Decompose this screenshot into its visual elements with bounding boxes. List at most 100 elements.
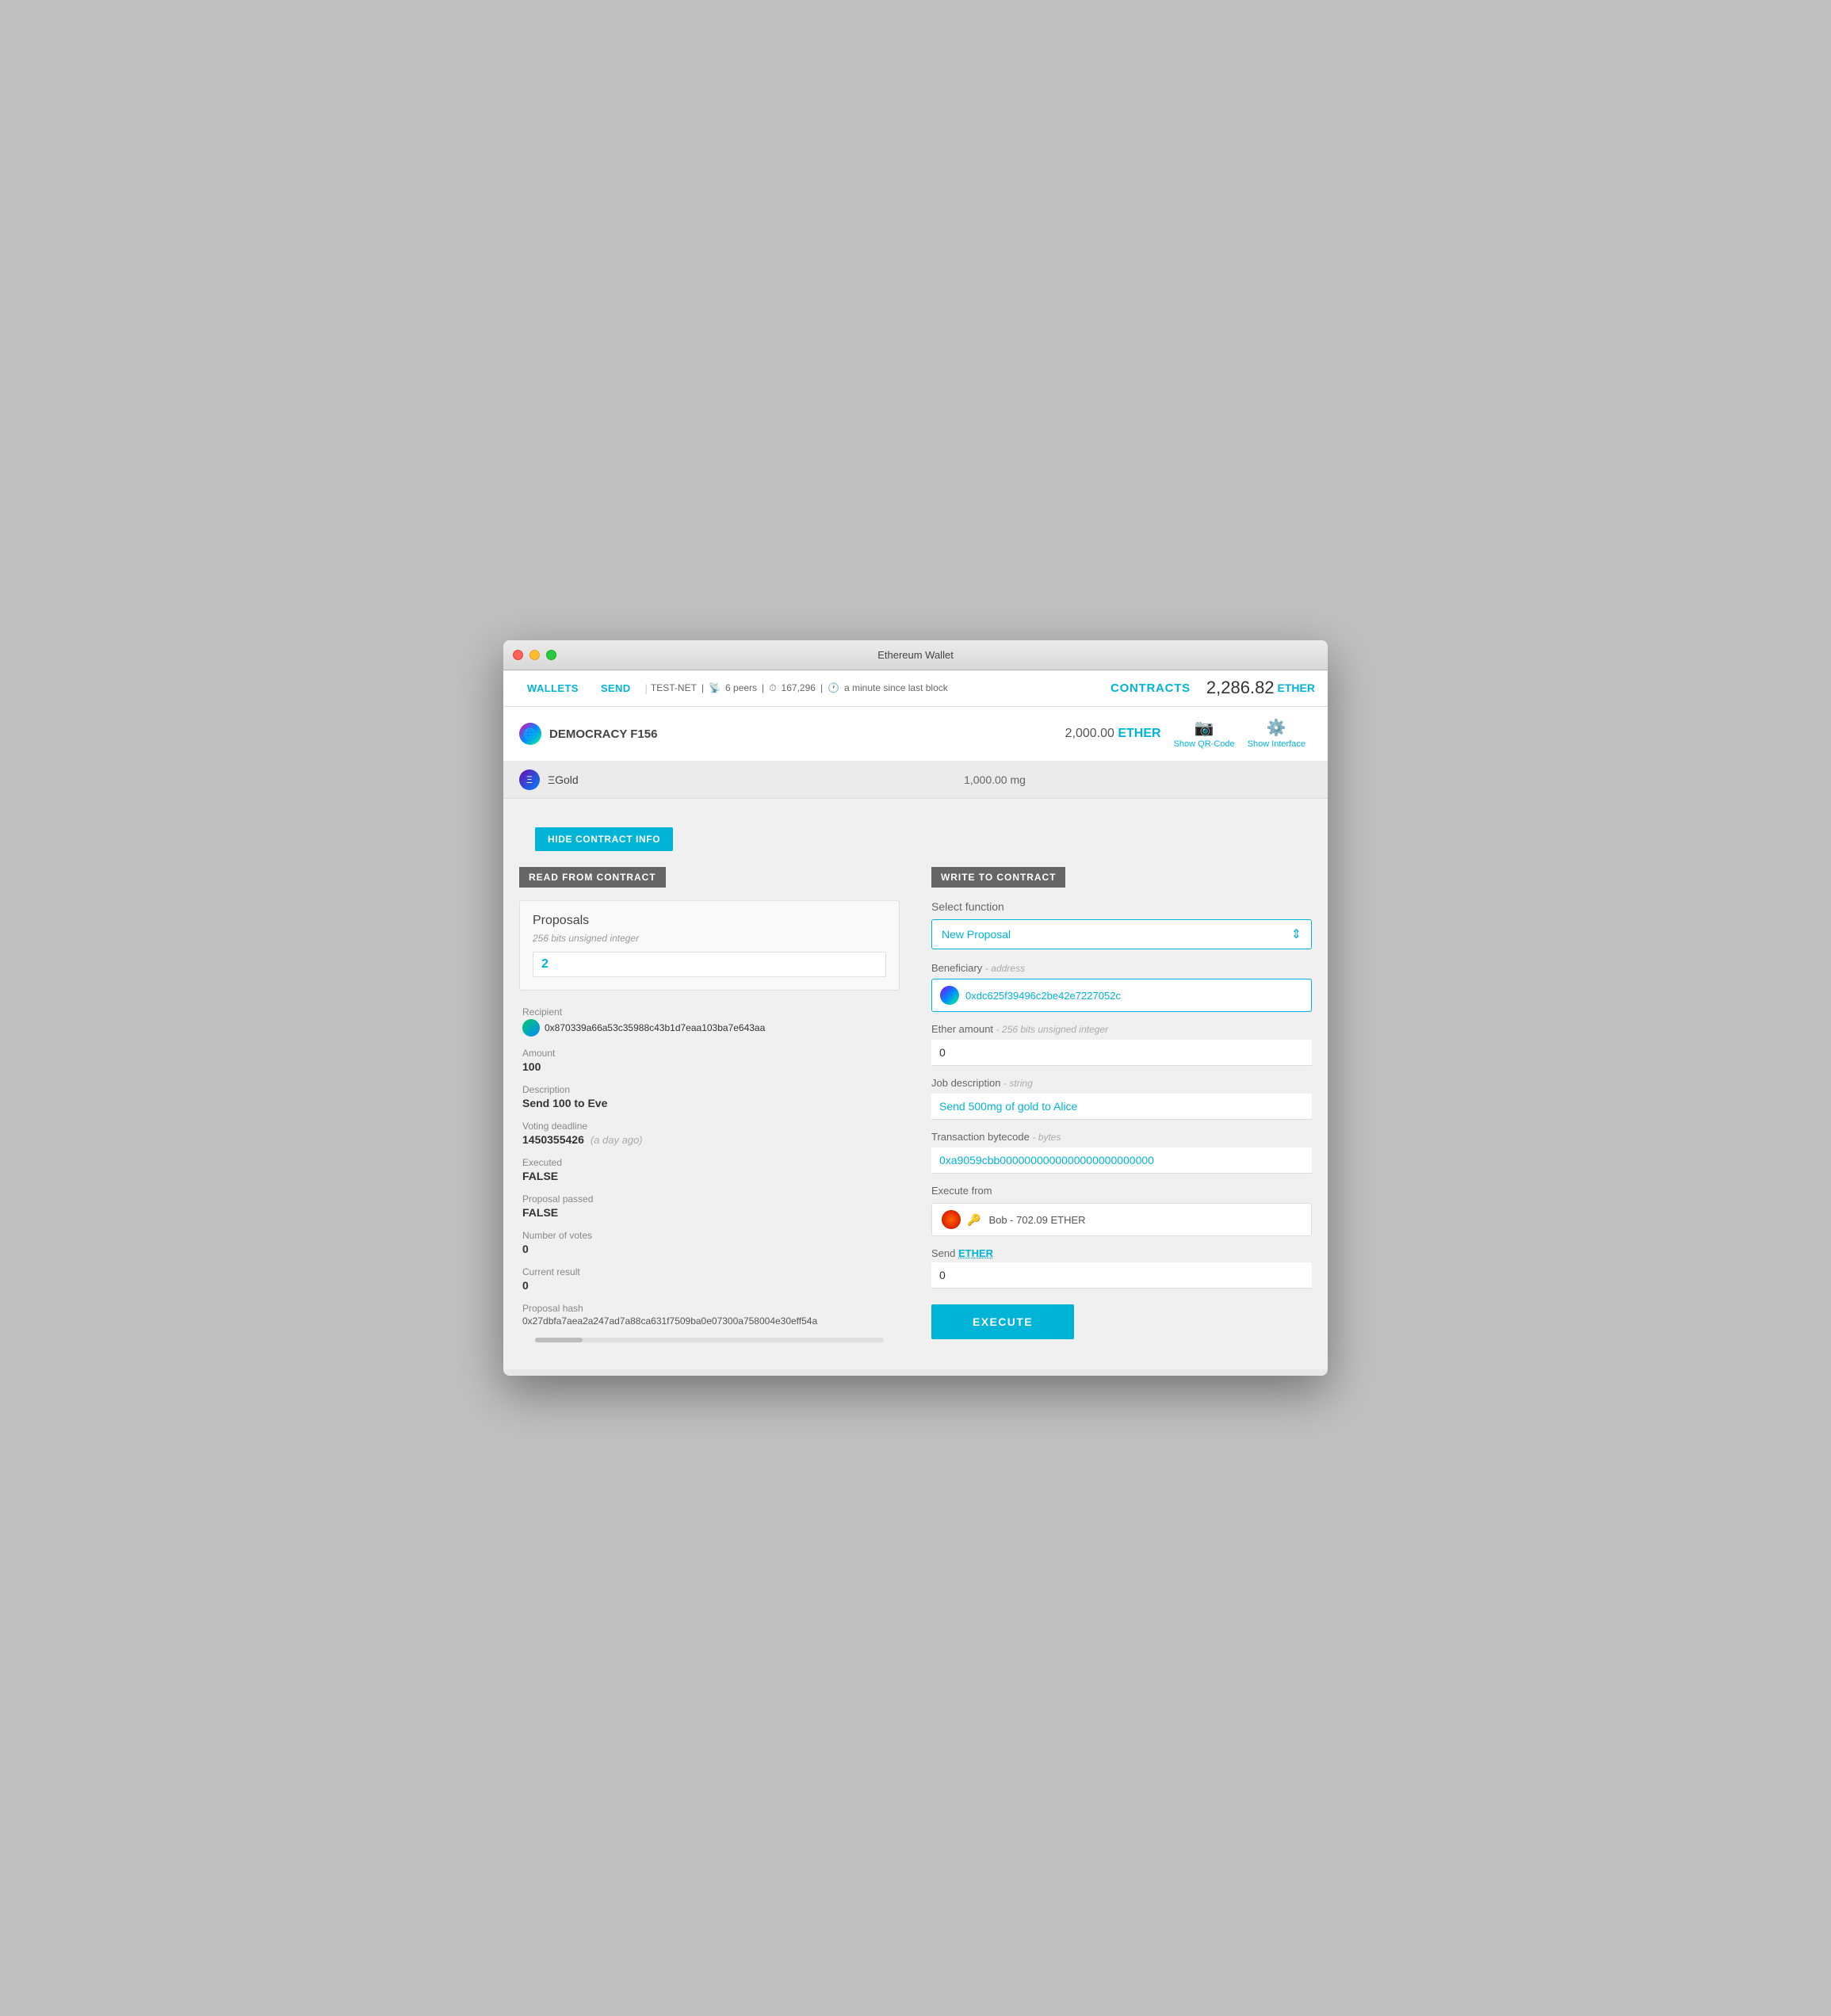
amount-item: Amount 100 — [522, 1048, 900, 1073]
detail-section: Recipient 0x870339a66a53c35988c43b1d7eaa… — [519, 1006, 900, 1327]
proposal-passed-item: Proposal passed FALSE — [522, 1193, 900, 1219]
block-number: 167,296 — [782, 682, 816, 693]
recipient-label: Recipient — [522, 1006, 900, 1018]
app-window: Ethereum Wallet WALLETS SEND | TEST-NET … — [503, 640, 1328, 1376]
recipient-address: 0x870339a66a53c35988c43b1d7eaa103ba7e643… — [545, 1022, 765, 1033]
maximize-button[interactable] — [546, 650, 556, 660]
bob-icon — [942, 1210, 961, 1229]
block-icon: ⏱ — [769, 682, 776, 694]
send-unit: ETHER — [958, 1247, 993, 1259]
current-result-label: Current result — [522, 1266, 900, 1277]
read-section-header: READ FROM CONTRACT — [519, 867, 666, 888]
job-desc-label: Job description - string — [931, 1077, 1312, 1089]
beneficiary-input[interactable]: 0xdc625f39496c2be42e7227052c — [931, 979, 1312, 1012]
titlebar: Ethereum Wallet — [503, 640, 1328, 670]
executed-item: Executed FALSE — [522, 1157, 900, 1182]
egold-row: Ξ ΞGold 1,000.00 mg — [503, 762, 1328, 799]
egold-left: Ξ ΞGold — [519, 769, 678, 790]
recipient-value: 0x870339a66a53c35988c43b1d7eaa103ba7e643… — [522, 1019, 900, 1037]
beneficiary-label-text: Beneficiary — [931, 962, 982, 974]
clock-icon: 🕐 — [828, 682, 839, 693]
execute-from-box[interactable]: 🔑 Bob - 702.09 ETHER — [931, 1203, 1312, 1236]
main-content: READ FROM CONTRACT Proposals 256 bits un… — [503, 867, 1328, 1369]
job-desc-muted: - string — [1003, 1078, 1033, 1089]
proposal-hash-value: 0x27dbfa7aea2a247ad7a88ca631f7509ba0e073… — [522, 1315, 900, 1327]
description-label: Description — [522, 1084, 900, 1095]
nav-send[interactable]: SEND — [590, 682, 642, 694]
execute-from-value: Bob - 702.09 ETHER — [988, 1214, 1085, 1226]
tx-bytecode-label-text: Transaction bytecode — [931, 1131, 1030, 1143]
tx-bytecode-muted: - bytes — [1032, 1132, 1061, 1143]
description-item: Description Send 100 to Eve — [522, 1084, 900, 1109]
proposal-hash-label: Proposal hash — [522, 1303, 900, 1314]
nav-network: TEST-NET | 📡 6 peers | ⏱ 167,296 | 🕐 a m… — [651, 682, 948, 694]
proposal-passed-label: Proposal passed — [522, 1193, 900, 1205]
nav-separator-3: | — [762, 682, 764, 693]
tx-bytecode-label: Transaction bytecode - bytes — [931, 1131, 1312, 1143]
current-result-value: 0 — [522, 1279, 900, 1292]
selected-function-label: New Proposal — [942, 928, 1011, 941]
chevron-icon: ⇕ — [1291, 926, 1302, 942]
ether-amount-muted: - 256 bits unsigned integer — [996, 1024, 1108, 1035]
nav-separator-2: | — [701, 682, 704, 693]
proposals-title: Proposals — [533, 914, 886, 928]
beneficiary-avatar-icon — [940, 986, 959, 1005]
traffic-lights — [513, 650, 556, 660]
show-qrcode-action[interactable]: 📷 Show QR-Code — [1174, 718, 1235, 750]
democracy-row: 🌐 DEMOCRACY F156 2,000.00 ETHER 📷 Show Q… — [503, 707, 1328, 762]
interface-label: Show Interface — [1248, 739, 1305, 750]
egold-icon: Ξ — [519, 769, 540, 790]
show-interface-action[interactable]: ⚙️ Show Interface — [1248, 718, 1305, 750]
nav-contracts[interactable]: CONTRACTS — [1110, 682, 1191, 695]
nav-separator-1: | — [645, 682, 648, 694]
network-label: TEST-NET — [651, 682, 697, 693]
execute-button[interactable]: EXECUTE — [931, 1304, 1074, 1339]
amount-label: Amount — [522, 1048, 900, 1059]
qrcode-icon: 📷 — [1195, 718, 1214, 738]
hide-btn-container: HIDE CONTRACT INFO — [503, 799, 1328, 867]
recipient-icon — [522, 1019, 540, 1037]
voting-deadline-ago: (a day ago) — [591, 1134, 643, 1146]
bottom-bar — [503, 1369, 1328, 1376]
send-ether-input[interactable] — [931, 1262, 1312, 1289]
window-title: Ethereum Wallet — [877, 649, 954, 661]
close-button[interactable] — [513, 650, 523, 660]
peers-label: 6 peers — [725, 682, 757, 693]
num-votes-item: Number of votes 0 — [522, 1230, 900, 1255]
recipient-item: Recipient 0x870339a66a53c35988c43b1d7eaa… — [522, 1006, 900, 1037]
interface-icon: ⚙️ — [1267, 718, 1286, 738]
voting-deadline-item: Voting deadline 1450355426 (a day ago) — [522, 1121, 900, 1146]
right-actions: 📷 Show QR-Code ⚙️ Show Interface — [1174, 718, 1312, 750]
function-select-dropdown[interactable]: New Proposal ⇕ — [931, 919, 1312, 949]
execute-from-label: Execute from — [931, 1185, 1312, 1197]
write-section-header: WRITE TO CONTRACT — [931, 867, 1065, 888]
voting-deadline-value: 1450355426 — [522, 1133, 584, 1146]
wifi-icon: 📡 — [709, 682, 721, 693]
democracy-name: DEMOCRACY F156 — [549, 727, 657, 741]
proposal-passed-value: FALSE — [522, 1206, 900, 1219]
last-block: a minute since last block — [844, 682, 948, 693]
beneficiary-label: Beneficiary - address — [931, 962, 1312, 974]
scrollbar[interactable] — [535, 1338, 884, 1342]
qrcode-label: Show QR-Code — [1174, 739, 1235, 750]
tx-bytecode-input[interactable] — [931, 1147, 1312, 1174]
num-votes-label: Number of votes — [522, 1230, 900, 1241]
nav-wallets[interactable]: WALLETS — [516, 682, 590, 694]
minimize-button[interactable] — [529, 650, 540, 660]
description-value: Send 100 to Eve — [522, 1097, 900, 1109]
nav-balance-unit: ETHER — [1278, 682, 1315, 694]
voting-deadline-label: Voting deadline — [522, 1121, 900, 1132]
current-result-item: Current result 0 — [522, 1266, 900, 1292]
left-column: READ FROM CONTRACT Proposals 256 bits un… — [519, 867, 923, 1346]
send-label: Send ETHER — [931, 1247, 1312, 1259]
democracy-balance-section: 2,000.00 ETHER — [1065, 727, 1161, 741]
select-function-label: Select function — [931, 900, 1312, 913]
ether-amount-input[interactable] — [931, 1040, 1312, 1066]
ether-amount-label-text: Ether amount — [931, 1023, 993, 1035]
right-column: WRITE TO CONTRACT Select function New Pr… — [923, 867, 1312, 1346]
amount-value: 100 — [522, 1060, 900, 1073]
job-description-input[interactable] — [931, 1094, 1312, 1120]
hide-contract-info-button[interactable]: HIDE CONTRACT INFO — [535, 827, 673, 851]
beneficiary-address-text: 0xdc625f39496c2be42e7227052c — [965, 990, 1121, 1002]
proposal-hash-item: Proposal hash 0x27dbfa7aea2a247ad7a88ca6… — [522, 1303, 900, 1327]
